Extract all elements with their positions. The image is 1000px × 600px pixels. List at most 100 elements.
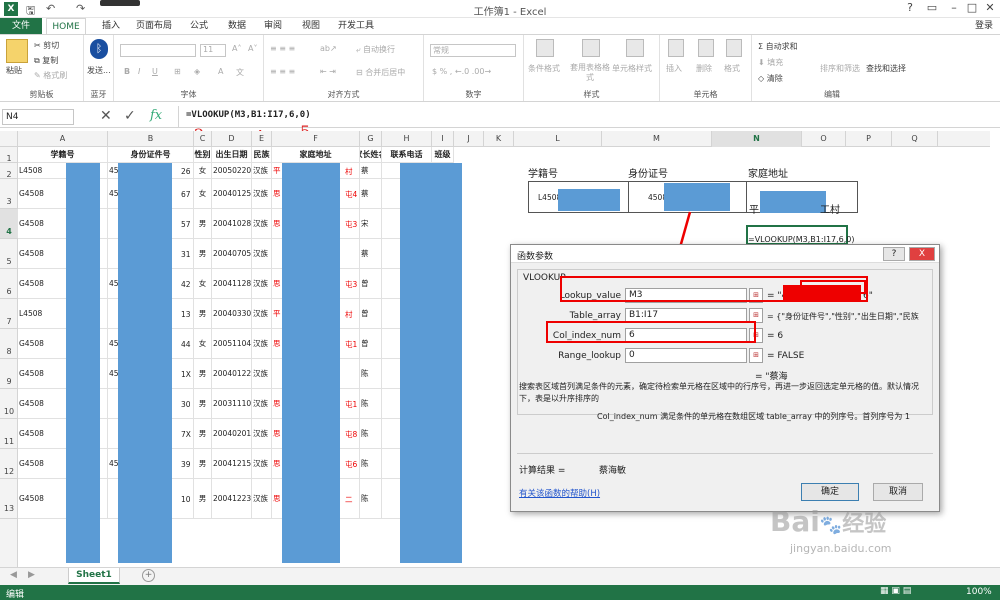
table-cell[interactable]: 蔡 <box>360 179 382 209</box>
dialog-help-button[interactable]: ? <box>883 247 905 261</box>
bold-button[interactable]: B <box>124 67 130 76</box>
undo-icon[interactable]: ↶ <box>46 2 55 15</box>
col-header-g[interactable]: G <box>360 131 382 147</box>
prev-sheet-icon[interactable]: ◀ <box>10 570 17 580</box>
table-cell[interactable]: 汉族 <box>252 209 272 239</box>
function-help-link[interactable]: 有关该函数的帮助(H) <box>519 487 600 499</box>
shrink-font-icon[interactable]: A˅ <box>248 44 257 53</box>
number-format-box[interactable]: 常规 <box>430 44 516 57</box>
tab-page-layout[interactable]: 页面布局 <box>132 18 176 34</box>
table-cell[interactable]: 男 <box>194 419 212 449</box>
table-cell[interactable]: 20031110 <box>212 389 252 419</box>
tab-file[interactable]: 文件 <box>0 18 42 34</box>
copy-button[interactable]: ⧉ 复制 <box>34 55 58 66</box>
table-cell[interactable]: 陈 <box>360 449 382 479</box>
table-cell[interactable]: 屯4 <box>344 179 360 209</box>
confirm-formula-icon[interactable]: ✓ <box>124 108 136 124</box>
select-all-corner[interactable] <box>0 131 18 147</box>
table-cell[interactable]: 44 <box>180 329 194 359</box>
format-cells-icon[interactable] <box>726 39 742 57</box>
indent-icon[interactable]: ⇤ ⇥ <box>320 67 336 76</box>
table-cell[interactable] <box>344 359 360 389</box>
table-cell[interactable]: 20041215 <box>212 449 252 479</box>
row-header-3[interactable]: 3 <box>0 179 18 209</box>
table-cell[interactable]: 男 <box>194 449 212 479</box>
table-cell[interactable]: 屯1 <box>344 389 360 419</box>
table-cell[interactable]: 39 <box>180 449 194 479</box>
table-cell[interactable]: 20041223 <box>212 479 252 519</box>
font-name-box[interactable] <box>120 44 196 57</box>
col-header-i[interactable]: I <box>432 131 454 147</box>
table-cell[interactable]: 曾 <box>360 299 382 329</box>
col-header-b[interactable]: B <box>108 131 194 147</box>
delete-cells-button[interactable]: 删除 <box>696 63 712 74</box>
phonetic-icon[interactable]: 文 <box>236 67 244 78</box>
table-cell[interactable]: 男 <box>194 209 212 239</box>
row-header-7[interactable]: 7 <box>0 299 18 329</box>
row-header-9[interactable]: 9 <box>0 359 18 389</box>
table-header-cell[interactable]: 学籍号 <box>18 147 108 163</box>
row-header-2[interactable]: 2 <box>0 163 18 179</box>
align-left-icon[interactable]: ≡ ≡ ≡ <box>270 67 295 76</box>
table-cell[interactable]: 汉族 <box>252 299 272 329</box>
table-cell[interactable]: 汉族 <box>252 419 272 449</box>
orientation-icon[interactable]: ab↗ <box>320 44 337 53</box>
table-cell[interactable]: 31 <box>180 239 194 269</box>
send-button[interactable]: 发送... <box>87 65 111 76</box>
insert-cells-button[interactable]: 插入 <box>666 63 682 74</box>
table-cell[interactable]: 26 <box>180 163 194 179</box>
conditional-format-button[interactable]: 条件格式 <box>528 63 560 74</box>
row-header-13[interactable]: 13 <box>0 479 18 519</box>
table-cell[interactable] <box>344 239 360 269</box>
table-cell[interactable]: 女 <box>194 269 212 299</box>
table-cell[interactable]: 20040705 <box>212 239 252 269</box>
table-cell[interactable]: 陈 <box>360 479 382 519</box>
table-header-cell[interactable]: 家庭地址 <box>272 147 360 163</box>
table-cell[interactable]: 汉族 <box>252 449 272 479</box>
table-cell[interactable]: 男 <box>194 239 212 269</box>
autosum-button[interactable]: Σ 自动求和 <box>758 41 798 52</box>
add-sheet-button[interactable]: + <box>142 569 155 582</box>
find-select-button[interactable]: 查找和选择 <box>866 63 906 74</box>
close-icon[interactable]: ✕ <box>980 1 1000 17</box>
formula-input[interactable]: =VLOOKUP(M3,B1:I17,6,0) <box>186 110 311 120</box>
next-sheet-icon[interactable]: ▶ <box>28 570 35 580</box>
login-link[interactable]: 登录 <box>970 18 998 34</box>
table-cell[interactable]: 20041128 <box>212 269 252 299</box>
wrap-text-button[interactable]: ⤶ 自动换行 <box>356 44 395 55</box>
col-header-l[interactable]: L <box>514 131 602 147</box>
table-cell[interactable]: 汉族 <box>252 239 272 269</box>
row-header-6[interactable]: 6 <box>0 269 18 299</box>
table-cell[interactable]: 曾 <box>360 329 382 359</box>
name-box[interactable]: N4 <box>2 109 74 125</box>
table-cell[interactable]: 女 <box>194 163 212 179</box>
table-cell[interactable]: 男 <box>194 359 212 389</box>
maximize-icon[interactable]: □ <box>962 1 982 17</box>
col-header-d[interactable]: D <box>212 131 252 147</box>
table-cell[interactable]: 20040330 <box>212 299 252 329</box>
col-header-o[interactable]: O <box>802 131 846 147</box>
paste-icon[interactable] <box>6 39 28 63</box>
table-cell[interactable]: 屯3 <box>344 209 360 239</box>
table-cell[interactable]: 男 <box>194 389 212 419</box>
table-header-cell[interactable]: 家长姓名 <box>360 147 382 163</box>
col-header-q[interactable]: Q <box>892 131 938 147</box>
table-cell[interactable]: 汉族 <box>252 359 272 389</box>
row-header-10[interactable]: 10 <box>0 389 18 419</box>
table-cell[interactable]: 陈 <box>360 359 382 389</box>
table-header-cell[interactable]: 联系电话 <box>382 147 432 163</box>
ok-button[interactable]: 确定 <box>801 483 859 501</box>
row-header-4[interactable]: 4 <box>0 209 18 239</box>
bluetooth-icon[interactable]: ᛒ <box>90 39 108 59</box>
table-cell[interactable]: 蔡 <box>360 163 382 179</box>
number-format-icons[interactable]: $ % , ←.0 .00→ <box>432 67 491 76</box>
collapse-range-icon[interactable]: ⊞ <box>749 348 763 363</box>
cancel-formula-icon[interactable]: ✕ <box>100 108 112 124</box>
redo-icon[interactable]: ↷ <box>76 2 85 15</box>
table-cell[interactable]: 陈 <box>360 389 382 419</box>
table-cell[interactable]: 10 <box>180 479 194 519</box>
col-header-k[interactable]: K <box>484 131 514 147</box>
col-header-f[interactable]: F <box>272 131 360 147</box>
format-table-icon[interactable] <box>582 39 600 57</box>
sort-filter-button[interactable]: 排序和筛选 <box>820 63 860 74</box>
